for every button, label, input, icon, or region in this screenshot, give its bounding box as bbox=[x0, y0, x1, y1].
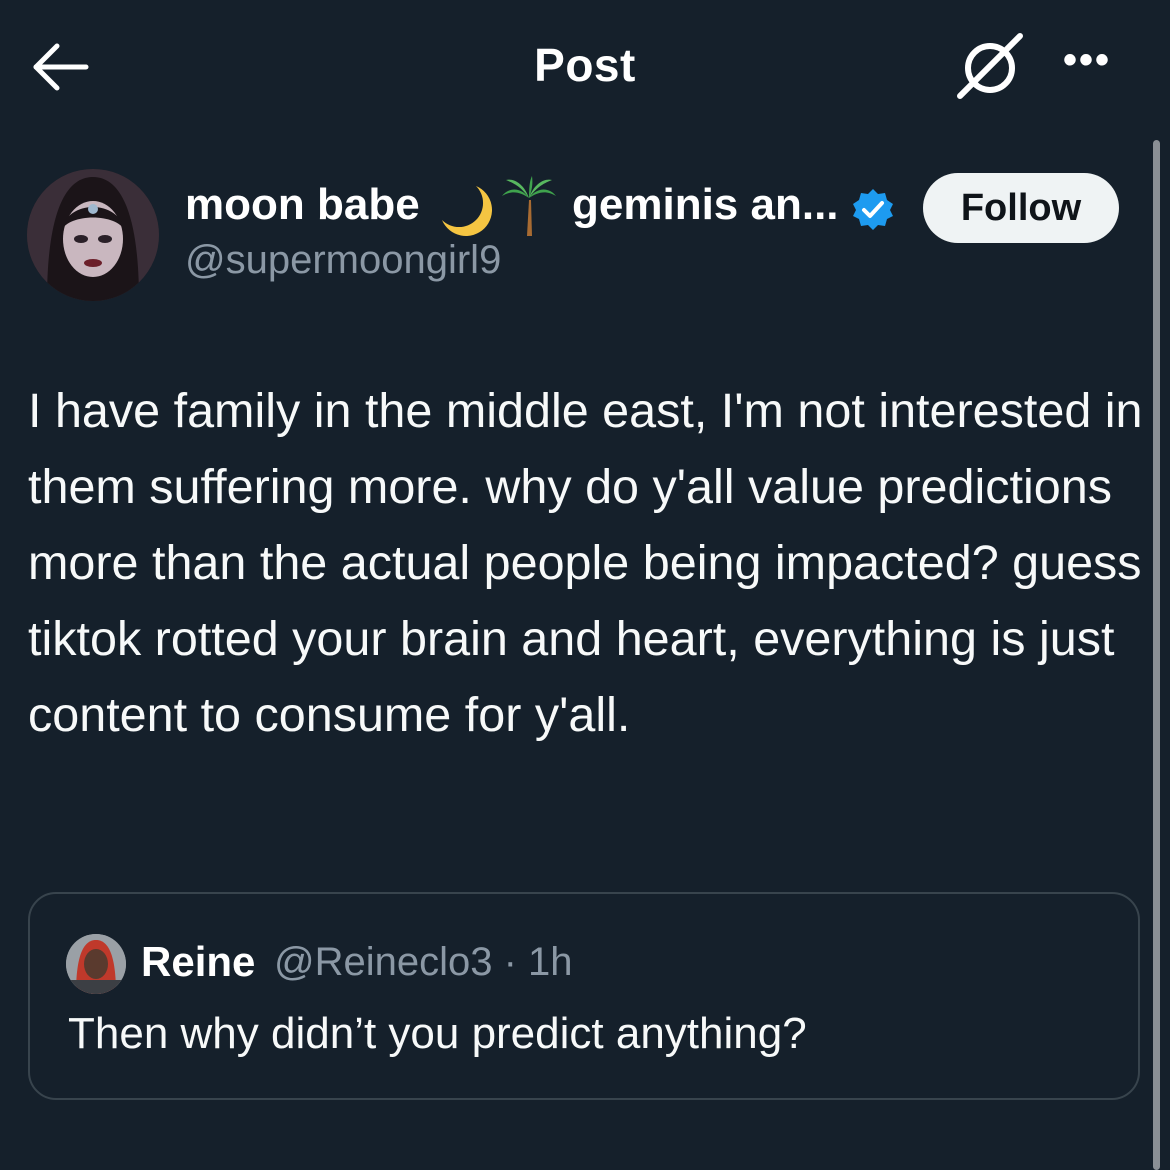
palm-tree-icon bbox=[502, 176, 556, 236]
more-options-button[interactable]: ••• bbox=[1052, 40, 1122, 94]
scrollbar[interactable] bbox=[1153, 140, 1160, 1170]
quoted-author-name: Reine bbox=[141, 938, 256, 985]
verified-badge-icon bbox=[853, 189, 893, 230]
quoted-post-text: Then why didn’t you predict anything? bbox=[68, 1009, 807, 1058]
crescent-moon-icon bbox=[442, 186, 492, 236]
post-text: I have family in the middle east, I'm no… bbox=[28, 384, 1143, 742]
grok-button[interactable] bbox=[952, 32, 1028, 102]
top-bar: Post ••• bbox=[0, 0, 1170, 135]
quoted-handle-time: @Reineclo3 · 1h bbox=[274, 940, 573, 984]
follow-button[interactable]: Follow bbox=[923, 173, 1119, 243]
quoted-post-card[interactable]: Reine @Reineclo3 · 1h Then why didn’t yo… bbox=[28, 892, 1140, 1100]
author-name-continued[interactable]: geminis an... bbox=[572, 180, 839, 230]
author-avatar[interactable] bbox=[27, 169, 159, 301]
grok-icon bbox=[957, 33, 1023, 99]
author-name[interactable]: moon babe bbox=[185, 180, 420, 230]
quoted-avatar-image bbox=[66, 934, 126, 994]
author-handle[interactable]: @supermoongirl9 bbox=[185, 238, 501, 283]
avatar-image bbox=[27, 169, 159, 301]
quoted-author-avatar[interactable] bbox=[66, 934, 126, 994]
